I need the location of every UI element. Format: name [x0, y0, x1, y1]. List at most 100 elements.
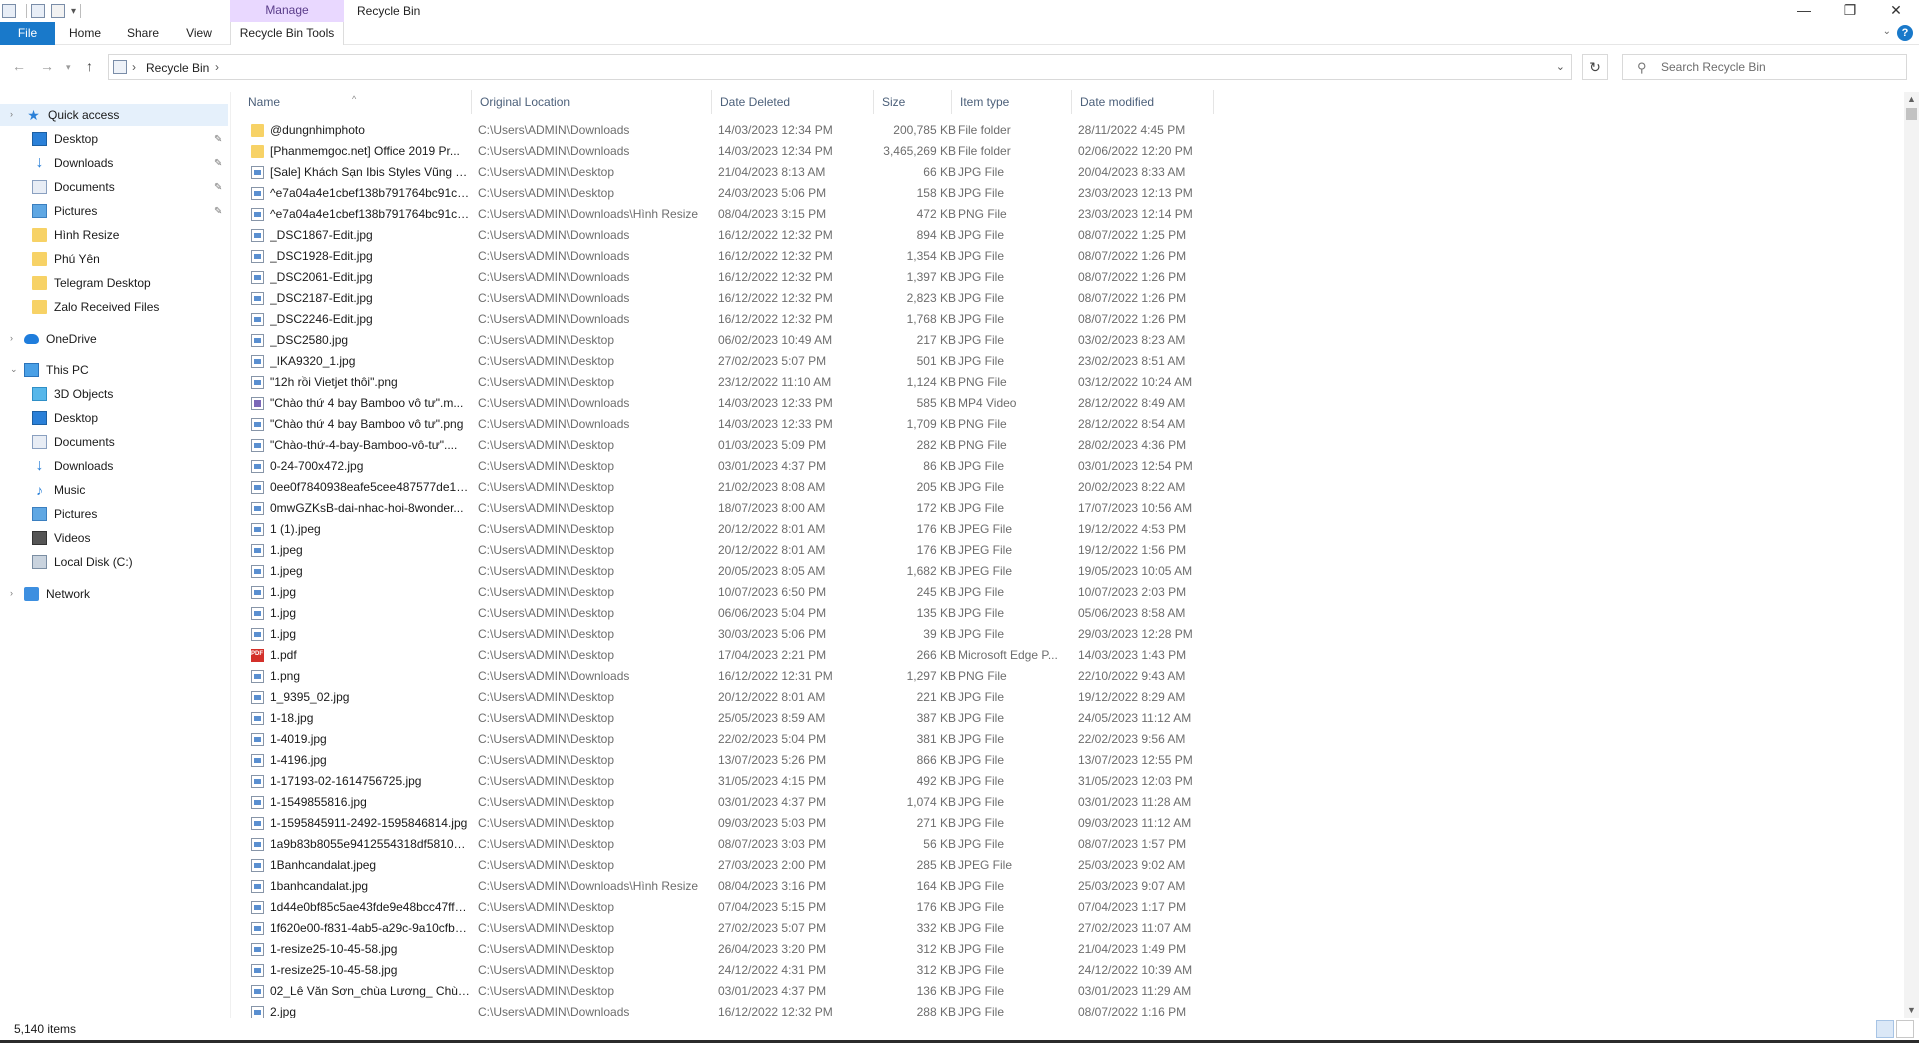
file-row[interactable]: [Phanmemgoc.net] Office 2019 Pr... C:\Use… [240, 141, 1220, 162]
restore-button[interactable]: ❐ [1827, 0, 1873, 22]
nav-quick-desktop[interactable]: Desktop [32, 128, 98, 150]
search-input[interactable] [1661, 57, 1901, 77]
nav-quick-telegram-desktop[interactable]: Telegram Desktop [32, 272, 151, 294]
file-row[interactable]: 1_9395_02.jpg C:\Users\ADMIN\Desktop 20/12… [240, 687, 1220, 708]
file-row[interactable]: 0ee0f7840938eafe5cee487577de166... C:\Use… [240, 477, 1220, 498]
address-bar[interactable]: › Recycle Bin › ⌄ [108, 54, 1572, 80]
file-row[interactable]: "Chào thứ 4 bay Bamboo vô tư".m... C:\Use… [240, 393, 1220, 414]
file-row[interactable]: 1.jpg C:\Users\ADMIN\Desktop 06/06/2023 5:… [240, 603, 1220, 624]
nav-pc-pictures[interactable]: Pictures [32, 503, 97, 525]
file-row[interactable]: _DSC2246-Edit.jpg C:\Users\ADMIN\Download… [240, 309, 1220, 330]
tab-recycle-bin-tools[interactable]: Recycle Bin Tools [230, 22, 344, 45]
file-row[interactable]: 1-resize25-10-45-58.jpg C:\Users\ADMIN\De… [240, 960, 1220, 981]
file-row[interactable]: ^e7a04a4e1cbef138b791764bc91cc... C:\User… [240, 204, 1220, 225]
close-button[interactable]: ✕ [1873, 0, 1919, 22]
breadcrumb-chevron-icon[interactable]: › [215, 60, 219, 74]
file-row[interactable]: 1banhcandalat.jpg C:\Users\ADMIN\Download… [240, 876, 1220, 897]
nav-this-pc[interactable]: This PC [24, 359, 89, 381]
file-row[interactable]: 1-1549855816.jpg C:\Users\ADMIN\Desktop 03… [240, 792, 1220, 813]
file-row[interactable]: 1-4019.jpg C:\Users\ADMIN\Desktop 22/02/20… [240, 729, 1220, 750]
file-row[interactable]: 1.png C:\Users\ADMIN\Downloads 16/12/2022 … [240, 666, 1220, 687]
nav-quick-downloads[interactable]: ↓ Downloads [32, 152, 114, 174]
tab-view[interactable]: View [176, 22, 222, 45]
file-row[interactable]: _DSC2061-Edit.jpg C:\Users\ADMIN\Download… [240, 267, 1220, 288]
column-header-original-location[interactable]: Original Location [472, 90, 712, 114]
search-box[interactable]: ⚲ [1622, 54, 1907, 80]
file-row[interactable]: 1d44e0bf85c5ae43fde9e48bcc47ff7... C:\Use… [240, 897, 1220, 918]
qat-dropdown-icon[interactable]: ▾ [71, 6, 76, 17]
column-header-date-deleted[interactable]: Date Deleted [712, 90, 874, 114]
file-row[interactable]: 1-18.jpg C:\Users\ADMIN\Desktop 25/05/2023… [240, 708, 1220, 729]
file-row[interactable]: [Sale] Khách Sạn Ibis Styles Vũng T... C:… [240, 162, 1220, 183]
file-row[interactable]: 1-1595845911-2492-1595846814.jpg C:\Users… [240, 813, 1220, 834]
file-row[interactable]: 1-17193-02-1614756725.jpg C:\Users\ADMIN\… [240, 771, 1220, 792]
forward-arrow-icon[interactable]: → [40, 58, 54, 74]
file-row[interactable]: 1.jpeg C:\Users\ADMIN\Desktop 20/05/2023 8… [240, 561, 1220, 582]
file-row[interactable]: 1Banhcandalat.jpeg C:\Users\ADMIN\Desktop… [240, 855, 1220, 876]
expand-ribbon-icon[interactable]: ⌄ [1883, 26, 1891, 37]
column-header-size[interactable]: Size [874, 90, 952, 114]
column-header-name[interactable]: Name ^ [240, 90, 472, 114]
expand-chevron-icon[interactable]: ⌄ [10, 364, 18, 375]
tab-home[interactable]: Home [62, 22, 108, 45]
file-row[interactable]: "Chào thứ 4 bay Bamboo vô tư".png C:\User… [240, 414, 1220, 435]
nav-quick-phu-yen[interactable]: Phú Yên [32, 248, 100, 270]
file-row[interactable]: 1.jpeg C:\Users\ADMIN\Desktop 20/12/2022 8… [240, 540, 1220, 561]
file-row[interactable]: 1a9b83b8055e9412554318df5810d9... C:\User… [240, 834, 1220, 855]
minimize-button[interactable]: — [1781, 0, 1827, 22]
up-arrow-icon[interactable]: ↑ [86, 58, 93, 74]
nav-network[interactable]: Network [24, 583, 90, 605]
tab-file[interactable]: File [0, 22, 55, 45]
file-row[interactable]: 1-4196.jpg C:\Users\ADMIN\Desktop 13/07/20… [240, 750, 1220, 771]
file-row[interactable]: 02_Lê Văn Sơn_chùa Lương_ Chùa ... C:\Use… [240, 981, 1220, 1002]
column-header-date-modified[interactable]: Date modified [1072, 90, 1214, 114]
expand-chevron-icon[interactable]: › [10, 588, 13, 598]
back-arrow-icon[interactable]: ← [12, 58, 26, 74]
file-row[interactable]: _DSC2580.jpg C:\Users\ADMIN\Desktop 06/02/… [240, 330, 1220, 351]
file-row[interactable]: 0-24-700x472.jpg C:\Users\ADMIN\Desktop 03… [240, 456, 1220, 477]
file-row[interactable]: _DSC2187-Edit.jpg C:\Users\ADMIN\Download… [240, 288, 1220, 309]
breadcrumb[interactable]: Recycle Bin [146, 61, 209, 75]
file-row[interactable]: "12h rồi Vietjet thôi".png C:\Users\ADMIN… [240, 372, 1220, 393]
file-row[interactable]: _DSC1928-Edit.jpg C:\Users\ADMIN\Download… [240, 246, 1220, 267]
column-header-item-type[interactable]: Item type [952, 90, 1072, 114]
nav-quick-documents[interactable]: Documents [32, 176, 115, 198]
nav-quick-pictures[interactable]: Pictures [32, 200, 97, 222]
nav-quick-hinh-resize[interactable]: Hình Resize [32, 224, 119, 246]
scroll-down-icon[interactable]: ▼ [1904, 1003, 1919, 1018]
file-row[interactable]: 1.pdf C:\Users\ADMIN\Desktop 17/04/2023 2:… [240, 645, 1220, 666]
nav-pc-downloads[interactable]: ↓ Downloads [32, 455, 114, 477]
nav-pc-local-disk[interactable]: Local Disk (C:) [32, 551, 133, 573]
file-row[interactable]: 1 (1).jpeg C:\Users\ADMIN\Desktop 20/12/20… [240, 519, 1220, 540]
expand-chevron-icon[interactable]: › [10, 109, 13, 119]
nav-quick-zalo-received-files[interactable]: Zalo Received Files [32, 296, 159, 318]
nav-pc-documents[interactable]: Documents [32, 431, 115, 453]
nav-quick-access[interactable]: ★ Quick access [26, 104, 119, 126]
vertical-scrollbar[interactable]: ▲ ▼ [1904, 92, 1919, 1018]
nav-pc-music[interactable]: ♪ Music [32, 479, 85, 501]
refresh-button[interactable]: ↻ [1582, 54, 1608, 80]
file-row[interactable]: 1.jpg C:\Users\ADMIN\Desktop 30/03/2023 5:… [240, 624, 1220, 645]
file-row[interactable]: "Chào-thứ-4-bay-Bamboo-vô-tư".... C:\User… [240, 435, 1220, 456]
pin-icon[interactable]: ✎ [214, 182, 222, 193]
expand-chevron-icon[interactable]: › [10, 333, 13, 343]
file-row[interactable]: 1-resize25-10-45-58.jpg C:\Users\ADMIN\De… [240, 939, 1220, 960]
scroll-thumb[interactable] [1906, 108, 1917, 120]
chevron-down-icon[interactable]: ⌄ [1556, 60, 1565, 73]
breadcrumb-chevron-icon[interactable]: › [132, 60, 136, 74]
nav-onedrive[interactable]: OneDrive [24, 328, 97, 350]
recent-locations-icon[interactable]: ▾ [66, 62, 71, 73]
help-icon[interactable]: ? [1897, 25, 1913, 41]
file-row[interactable]: @dungnhimphoto C:\Users\ADMIN\Downloads 14… [240, 120, 1220, 141]
file-row[interactable]: _IKA9320_1.jpg C:\Users\ADMIN\Desktop 27/0… [240, 351, 1220, 372]
file-row[interactable]: _DSC1867-Edit.jpg C:\Users\ADMIN\Download… [240, 225, 1220, 246]
file-row[interactable]: ^e7a04a4e1cbef138b791764bc91cc... C:\User… [240, 183, 1220, 204]
manage-context-tab[interactable]: Manage [230, 0, 344, 22]
pane-splitter[interactable] [230, 92, 231, 1018]
tab-share[interactable]: Share [118, 22, 168, 45]
details-view-icon[interactable] [1876, 1020, 1894, 1038]
pin-icon[interactable]: ✎ [214, 206, 222, 217]
new-folder-icon[interactable] [51, 4, 65, 18]
large-icons-view-icon[interactable] [1896, 1020, 1914, 1038]
nav-pc-videos[interactable]: Videos [32, 527, 90, 549]
